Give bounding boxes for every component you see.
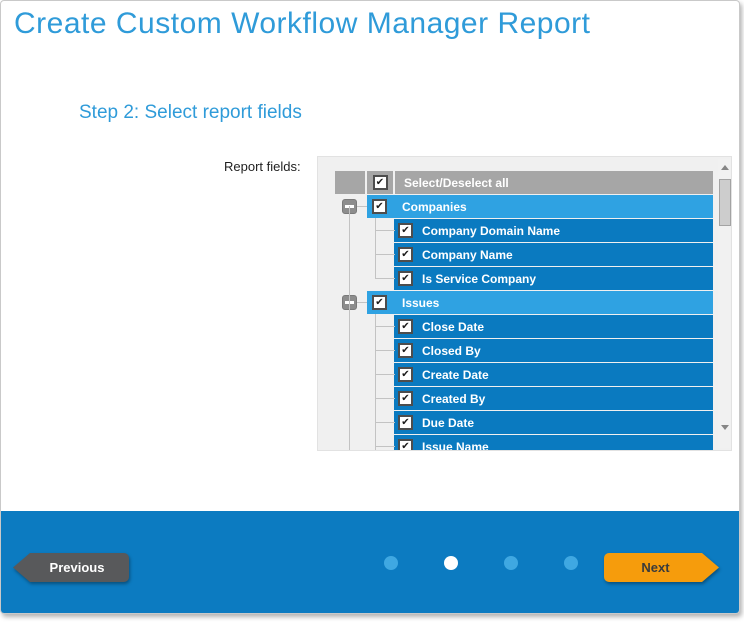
leaf-row-bar[interactable]: ✔ Due Date [394,411,713,434]
next-button-label: Next [641,560,669,575]
tree-connector-line [375,398,395,399]
tree-connector-line [375,230,395,231]
tree-connector-line [375,446,395,447]
leaf-row-bar[interactable]: ✔ Close Date [394,315,713,338]
field-checkbox[interactable]: ✔ [398,343,413,358]
tree-group-row[interactable]: ✔ Companies [318,195,713,218]
previous-button-wrap: Previous [13,553,129,582]
previous-button-label: Previous [50,560,105,575]
field-checkbox[interactable]: ✔ [398,247,413,262]
select-all-label: Select/Deselect all [404,176,509,190]
leaf-row-bar[interactable]: ✔ Created By [394,387,713,410]
group-label: Companies [402,200,467,214]
tree-connector-line [375,374,395,375]
tree-connector-line [375,350,395,351]
leaf-row-bar[interactable]: ✔ Is Service Company [394,267,713,290]
scrollbar-up-icon[interactable] [721,165,729,170]
tree-leaf-row[interactable]: ✔ Issue Name [318,435,713,451]
tree-connector-line [375,254,395,255]
step-dot[interactable] [384,556,398,570]
group-label: Issues [402,296,439,310]
next-button[interactable]: Next [604,553,719,582]
previous-button[interactable]: Previous [13,553,129,582]
group-checkbox[interactable]: ✔ [372,295,387,310]
wizard-footer: Previous Next [1,511,739,613]
tree-connector-line [375,218,376,278]
tree-rows: ✔ Select/Deselect all ✔ Companies ✔ Company D… [318,171,713,450]
field-label: Is Service Company [422,272,536,286]
tree-connector-line [357,206,367,207]
next-button-wrap: Next [604,553,719,582]
tree-group-row[interactable]: ✔ Issues [318,291,713,314]
field-checkbox[interactable]: ✔ [398,391,413,406]
scrollbar-thumb[interactable] [719,179,731,226]
report-fields-tree: ✔ Select/Deselect all ✔ Companies ✔ Company D… [317,156,732,451]
field-checkbox[interactable]: ✔ [398,415,413,430]
wizard-dialog: Create Custom Workflow Manager Report St… [0,0,740,614]
leaf-row-bar[interactable]: ✔ Closed By [394,339,713,362]
field-label: Company Domain Name [422,224,560,238]
step-dot[interactable] [564,556,578,570]
tree-connector-line [375,278,395,279]
report-fields-label: Report fields: [224,159,301,174]
tree-connector-line [375,314,376,451]
leaf-row-bar[interactable]: ✔ Company Domain Name [394,219,713,242]
field-label: Due Date [422,416,474,430]
step-indicator [384,556,578,570]
tree-header-gutter [335,171,365,194]
group-row-bar[interactable]: ✔ Issues [367,291,713,314]
tree-header-label-cell[interactable]: Select/Deselect all [395,171,713,194]
tree-connector-line [357,302,367,303]
tree-connector-line [375,326,395,327]
group-row-bar[interactable]: ✔ Companies [367,195,713,218]
select-all-checkbox[interactable]: ✔ [373,175,388,190]
step-heading: Step 2: Select report fields [79,102,302,124]
scrollbar-down-icon[interactable] [721,425,729,430]
tree-connector-line [349,206,350,451]
scrollbar[interactable] [718,159,732,448]
leaf-row-bar[interactable]: ✔ Company Name [394,243,713,266]
tree-header-row: ✔ Select/Deselect all [318,171,713,194]
field-label: Create Date [422,368,489,382]
tree-header-checkbox-cell: ✔ [367,171,393,194]
leaf-row-bar[interactable]: ✔ Create Date [394,363,713,386]
field-checkbox[interactable]: ✔ [398,367,413,382]
field-checkbox[interactable]: ✔ [398,439,413,451]
field-checkbox[interactable]: ✔ [398,271,413,286]
step-dot[interactable] [504,556,518,570]
field-label: Closed By [422,344,481,358]
field-label: Close Date [422,320,484,334]
field-label: Company Name [422,248,513,262]
tree-connector-line [375,422,395,423]
page-title: Create Custom Workflow Manager Report [14,7,591,41]
group-checkbox[interactable]: ✔ [372,199,387,214]
field-checkbox[interactable]: ✔ [398,319,413,334]
step-dot[interactable] [444,556,458,570]
field-label: Issue Name [422,440,489,452]
field-checkbox[interactable]: ✔ [398,223,413,238]
leaf-row-bar[interactable]: ✔ Issue Name [394,435,713,451]
field-label: Created By [422,392,485,406]
